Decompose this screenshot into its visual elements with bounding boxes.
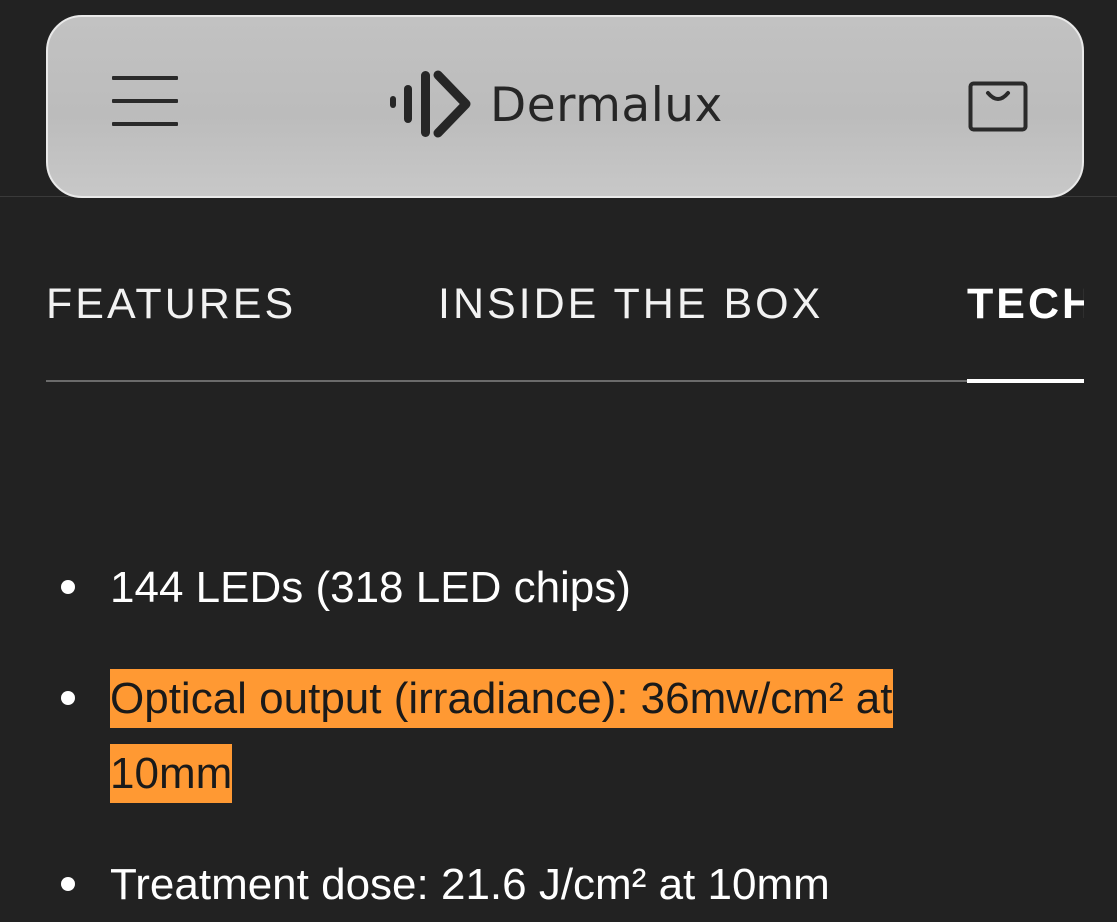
hamburger-line [112, 99, 178, 103]
active-tab-indicator [967, 379, 1084, 383]
tab-tech[interactable]: TECH [967, 280, 1084, 329]
cart-button[interactable] [968, 81, 1028, 133]
spec-text: 144 LEDs (318 LED chips) [110, 563, 631, 612]
tabs-divider [46, 380, 1084, 382]
product-tabs: FEATURES INSIDE THE BOX TECH [46, 270, 1084, 385]
brand-name: Dermalux [490, 77, 723, 133]
menu-button[interactable] [112, 74, 180, 130]
dermalux-logo-icon [390, 70, 471, 138]
site-header: Dermalux [46, 15, 1084, 198]
tech-specs-list: 144 LEDs (318 LED chips) Optical output … [0, 550, 1117, 922]
spec-text: Treatment dose: 21.6 J/cm² at 10mm [110, 860, 830, 909]
list-item: Optical output (irradiance): 36mw/cm² at… [0, 661, 1010, 811]
bullet-icon [61, 691, 75, 705]
tab-inside-the-box[interactable]: INSIDE THE BOX [438, 280, 823, 329]
spec-text-highlighted: Optical output (irradiance): 36mw/cm² at… [110, 669, 893, 803]
bullet-icon [61, 877, 75, 891]
hamburger-line [112, 122, 178, 126]
bullet-icon [61, 580, 75, 594]
tab-features[interactable]: FEATURES [46, 280, 296, 329]
hamburger-line [112, 76, 178, 80]
shopping-bag-icon [968, 81, 1028, 132]
list-item: Treatment dose: 21.6 J/cm² at 10mm [0, 847, 1010, 922]
list-item: 144 LEDs (318 LED chips) [0, 550, 1010, 625]
brand-logo[interactable]: Dermalux [388, 65, 723, 145]
